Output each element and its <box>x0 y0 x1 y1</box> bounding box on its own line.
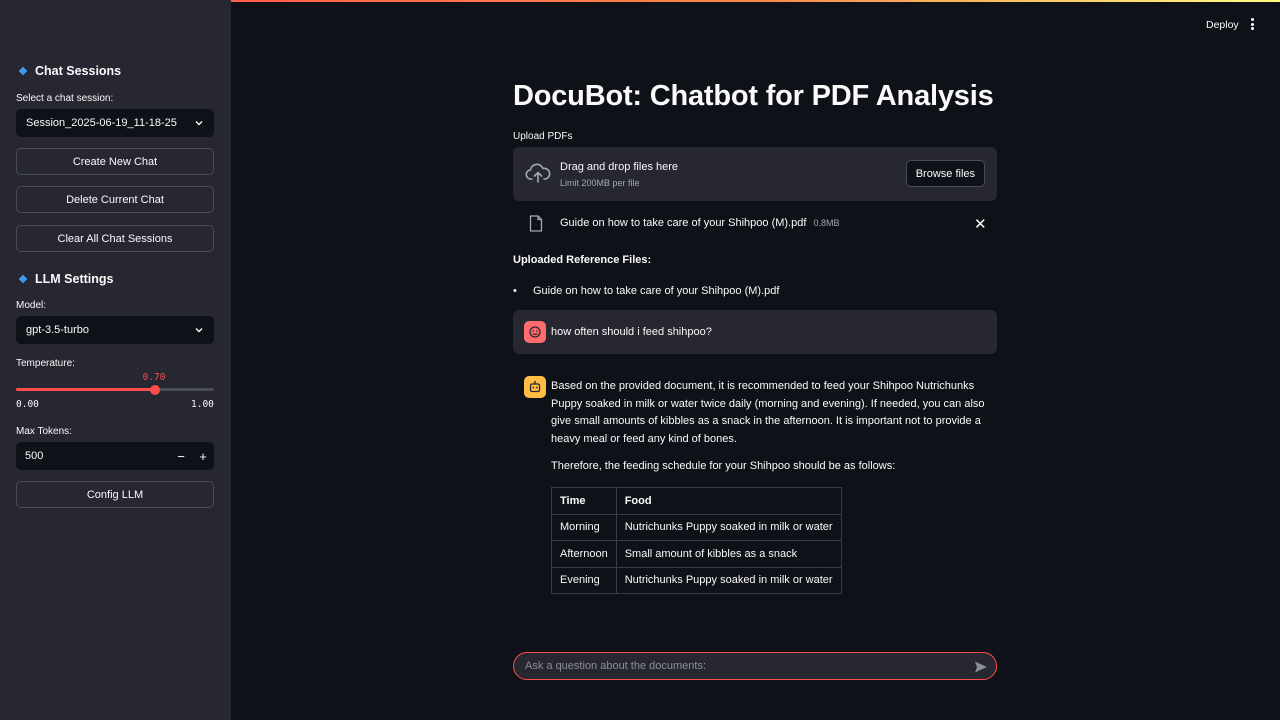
feeding-schedule-table: Time Food Morning Nutrichunks Puppy soak… <box>551 487 842 594</box>
session-select-value: Session_2025-06-19_11-18-25 <box>26 117 177 129</box>
create-new-chat-button[interactable]: Create New Chat <box>16 148 214 175</box>
close-icon[interactable]: ✕ <box>974 215 987 233</box>
page-title: DocuBot: Chatbot for PDF Analysis <box>513 80 994 112</box>
max-tokens-input[interactable]: 500 − + <box>16 442 214 470</box>
decrement-button[interactable]: − <box>170 442 192 470</box>
dropzone-limit: Limit 200MB per file <box>560 178 640 188</box>
increment-button[interactable]: + <box>192 442 214 470</box>
chat-sessions-header: Chat Sessions <box>18 64 121 78</box>
temperature-label: Temperature: <box>16 358 75 369</box>
assistant-message-text-2: Therefore, the feeding schedule for your… <box>551 460 896 472</box>
user-avatar-icon <box>524 321 546 343</box>
config-llm-button[interactable]: Config LLM <box>16 481 214 508</box>
model-label: Model: <box>16 300 47 311</box>
clear-all-chats-button[interactable]: Clear All Chat Sessions <box>16 225 214 252</box>
table-header-row: Time Food <box>551 487 842 515</box>
send-icon[interactable] <box>974 660 988 674</box>
table-cell: Nutrichunks Puppy soaked in milk or wate… <box>615 566 842 594</box>
llm-settings-header: LLM Settings <box>18 272 113 286</box>
temperature-max: 1.00 <box>191 399 214 410</box>
table-row: Afternoon Small amount of kibbles as a s… <box>551 540 842 568</box>
user-message: how often should i feed shihpoo? <box>513 310 997 354</box>
table-row: Evening Nutrichunks Puppy soaked in milk… <box>551 566 842 594</box>
temperature-value: 0.70 <box>142 372 166 383</box>
column-header: Food <box>615 487 842 515</box>
list-item: • Guide on how to take care of your Shih… <box>513 285 780 297</box>
session-select[interactable]: Session_2025-06-19_11-18-25 <box>16 109 214 137</box>
temperature-slider[interactable] <box>16 384 214 395</box>
model-select-value: gpt-3.5-turbo <box>26 324 89 336</box>
max-tokens-value[interactable]: 500 <box>16 450 170 462</box>
user-message-text: how often should i feed shihpoo? <box>551 326 712 338</box>
file-dropzone[interactable]: Drag and drop files here Limit 200MB per… <box>513 147 997 201</box>
cloud-upload-icon <box>525 163 551 183</box>
table-cell: Morning <box>551 513 617 541</box>
bot-avatar-icon <box>524 376 546 398</box>
temperature-slider-thumb[interactable] <box>149 384 160 395</box>
model-select[interactable]: gpt-3.5-turbo <box>16 316 214 344</box>
table-cell: Evening <box>551 566 617 594</box>
chevron-down-icon <box>195 121 203 126</box>
dropzone-title: Drag and drop files here <box>560 161 679 173</box>
temperature-min: 0.00 <box>16 399 39 410</box>
table-row: Morning Nutrichunks Puppy soaked in milk… <box>551 513 842 541</box>
reference-files-title: Uploaded Reference Files: <box>513 254 652 266</box>
reference-file-name: Guide on how to take care of your Shihpo… <box>533 285 780 297</box>
max-tokens-label: Max Tokens: <box>16 426 72 437</box>
assistant-message-text: Based on the provided document, it is re… <box>551 380 985 445</box>
chevron-down-icon <box>195 328 203 333</box>
table-cell: Small amount of kibbles as a snack <box>615 540 842 568</box>
table-cell: Nutrichunks Puppy soaked in milk or wate… <box>615 513 842 541</box>
upload-label: Upload PDFs <box>513 131 573 142</box>
uploaded-file-size: 0.8MB <box>813 218 840 228</box>
browse-files-button[interactable]: Browse files <box>905 160 985 187</box>
table-cell: Afternoon <box>551 540 617 568</box>
temperature-slider-fill <box>16 388 155 391</box>
diamond-icon <box>18 66 28 76</box>
sidebar: Chat Sessions Select a chat session: Ses… <box>0 0 231 720</box>
more-vert-icon[interactable] <box>1251 18 1255 32</box>
chat-input[interactable]: Ask a question about the documents: <box>513 652 997 680</box>
column-header: Time <box>551 487 617 515</box>
file-icon <box>529 215 543 232</box>
uploaded-file-row: Guide on how to take care of your Shihpo… <box>513 211 997 237</box>
delete-current-chat-button[interactable]: Delete Current Chat <box>16 186 214 213</box>
diamond-icon <box>18 274 28 284</box>
uploaded-file-name: Guide on how to take care of your Shihpo… <box>560 217 807 229</box>
chat-input-placeholder: Ask a question about the documents: <box>525 660 707 672</box>
session-select-label: Select a chat session: <box>16 93 114 104</box>
deploy-button[interactable]: Deploy <box>1206 19 1239 31</box>
